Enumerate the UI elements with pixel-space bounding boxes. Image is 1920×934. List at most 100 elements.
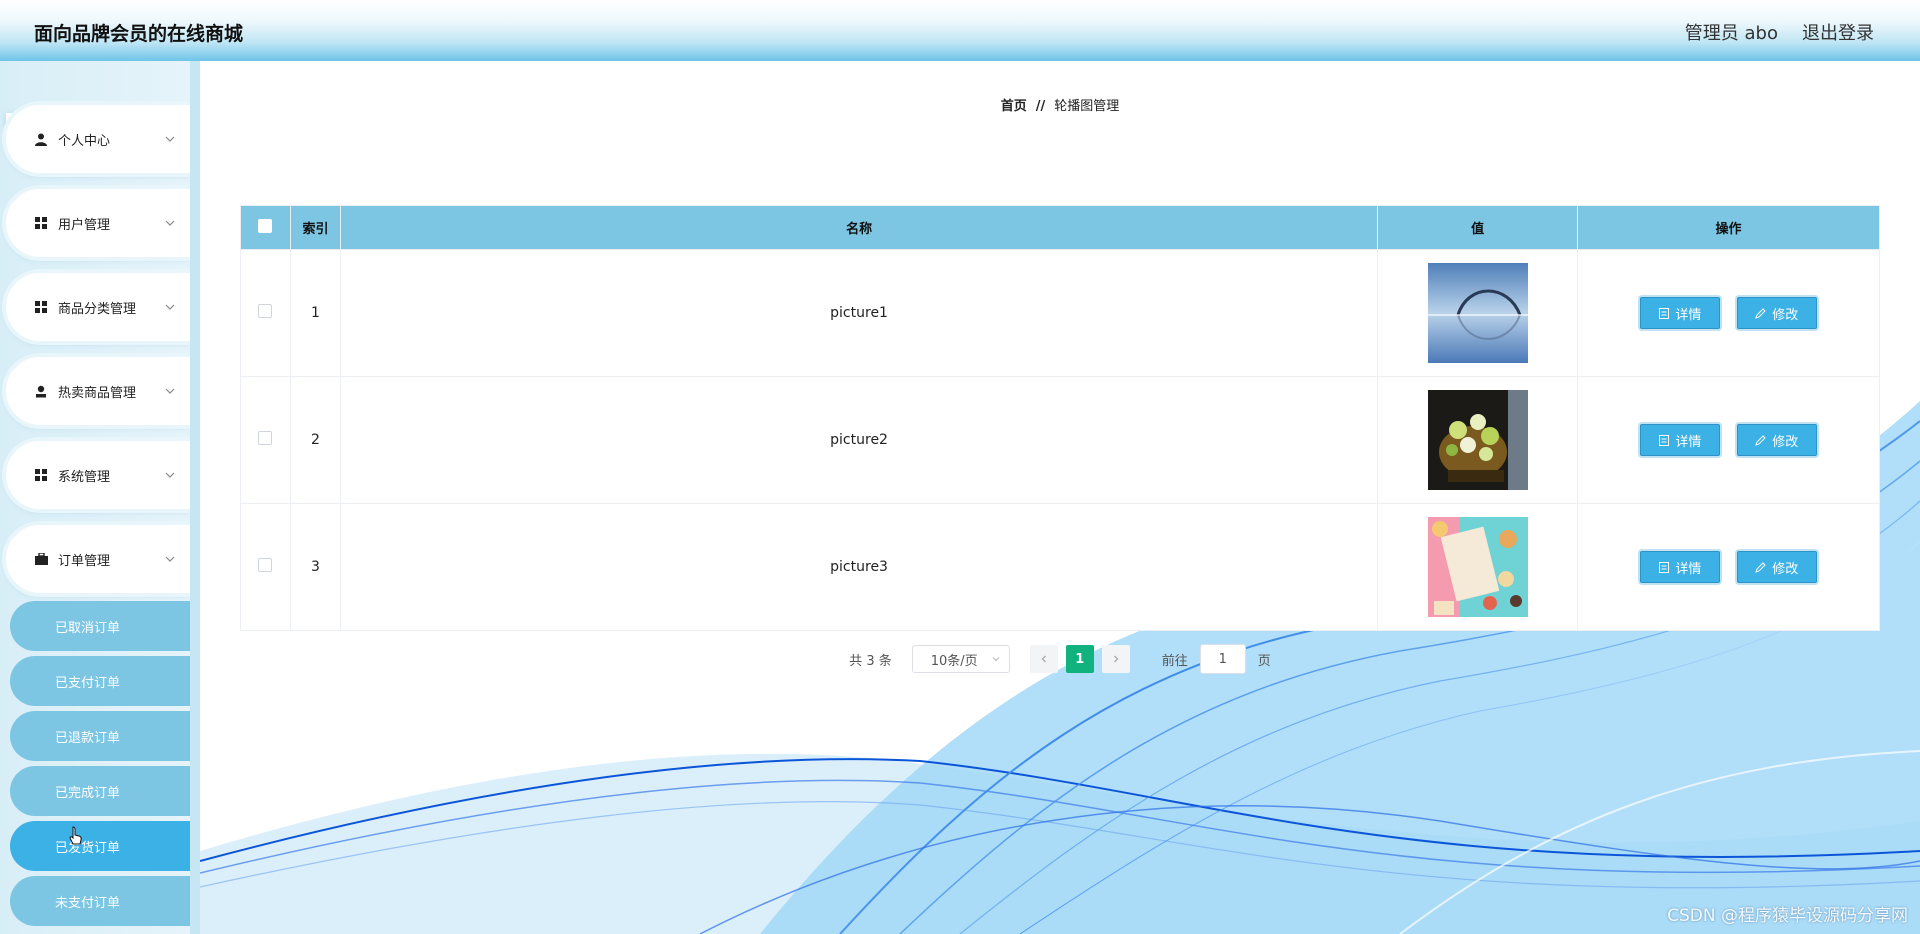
user-icon [34,384,48,398]
row-name: picture2 [339,376,1379,504]
sidebar-item-order-management[interactable]: 订单管理 [6,525,190,593]
page-number-current[interactable]: 1 [1065,645,1094,673]
document-icon [1659,434,1670,446]
detail-button[interactable]: 详情 [1640,551,1721,583]
edit-button[interactable]: 修改 [1736,551,1817,583]
sidebar-item-personal-center[interactable]: 个人中心 [6,105,190,173]
row-actions: 详情 修改 [1577,249,1880,377]
row-checkbox[interactable] [258,558,273,572]
row-value [1377,249,1579,377]
prev-page-button[interactable] [1029,645,1058,673]
carousel-table: 索引 名称 值 操作 1 picture1 详情 修改 2 picture2 详… [240,205,1880,631]
sidebar-subitem-refunded-orders[interactable]: 已退款订单 [10,711,190,761]
edit-button-label: 修改 [1772,434,1799,450]
sidebar-subitem-shipped-orders[interactable]: 已发货订单 [10,821,190,871]
sidebar-item-label: 商品分类管理 [58,301,137,317]
breadcrumb-separator: // [1035,99,1046,114]
column-header-index: 索引 [289,205,341,250]
sidebar-item-label: 订单管理 [58,553,111,569]
sidebar-subitem-unpaid-orders[interactable]: 未支付订单 [10,876,190,926]
grid-icon [34,300,48,314]
edit-button-label: 修改 [1772,561,1799,577]
person-icon [34,132,48,146]
user-area: 管理员 abo 退出登录 [1685,19,1874,45]
select-all-cell [240,205,291,250]
sidebar-item-category-management[interactable]: 商品分类管理 [6,273,190,341]
row-index: 3 [289,503,341,631]
chevron-down-icon [992,657,1000,662]
sidebar-item-label: 热卖商品管理 [58,385,137,401]
pencil-icon [1755,307,1766,319]
admin-label[interactable]: 管理员 abo [1685,19,1778,45]
select-all-checkbox[interactable] [258,218,273,233]
sidebar-subitem-paid-orders[interactable]: 已支付订单 [10,656,190,706]
watermark-text: CSDN @程序猿毕设源码分享网 [1667,906,1908,926]
carousel-image-sweets[interactable] [1427,517,1528,617]
breadcrumb-current: 轮播图管理 [1054,99,1120,114]
row-name: picture1 [339,249,1379,377]
hand-cursor-icon [69,826,82,845]
chevron-down-icon [165,388,175,394]
table-row: 3 picture3 详情 修改 [240,503,1880,631]
table-row: 2 picture2 详情 修改 [240,376,1880,504]
sidebar-subitem-cancelled-orders[interactable]: 已取消订单 [10,601,190,651]
chevron-down-icon [165,472,175,478]
detail-button[interactable]: 详情 [1640,424,1721,456]
chevron-left-icon [1041,655,1046,663]
table-header-row: 索引 名称 值 操作 [240,205,1880,250]
edit-button-label: 修改 [1772,307,1799,323]
main-content: 首页 // 轮播图管理 索引 名称 值 操作 1 picture1 详情 修改 2 … [200,61,1920,934]
total-count: 共 3 条 [849,653,892,669]
page-size-select[interactable]: 10条/页 [911,645,1010,673]
page-size-value: 10条/页 [930,653,978,669]
row-index: 1 [289,249,341,377]
chevron-right-icon [1113,655,1119,663]
breadcrumb-home[interactable]: 首页 [1001,99,1027,114]
detail-button[interactable]: 详情 [1640,297,1721,329]
carousel-image-bridge[interactable] [1427,263,1528,363]
document-icon [1659,307,1670,319]
breadcrumb: 首页 // 轮播图管理 [200,95,1920,114]
sidebar-item-user-management[interactable]: 用户管理 [6,189,190,257]
goto-label: 前往 [1161,653,1188,669]
row-checkbox[interactable] [258,304,273,318]
column-header-name: 名称 [339,205,1379,250]
row-name: picture3 [339,503,1379,631]
edit-button[interactable]: 修改 [1736,297,1817,329]
row-checkbox[interactable] [258,431,273,445]
site-title: 面向品牌会员的在线商城 [34,23,244,45]
detail-button-label: 详情 [1675,561,1702,577]
sidebar-subitem-completed-orders[interactable]: 已完成订单 [10,766,190,816]
sidebar-item-label: 个人中心 [58,133,111,149]
row-value [1377,503,1579,631]
sidebar-item-label: 用户管理 [58,217,111,233]
chevron-down-icon [165,220,175,226]
chevron-down-icon [165,304,175,310]
sidebar-item-label: 系统管理 [58,469,111,485]
document-icon [1659,561,1670,573]
row-actions: 详情 修改 [1577,376,1880,504]
row-value [1377,376,1579,504]
chevron-down-icon [165,136,175,142]
row-actions: 详情 修改 [1577,503,1880,631]
logout-link[interactable]: 退出登录 [1802,19,1874,45]
briefcase-icon [34,552,48,566]
page-unit-label: 页 [1257,653,1271,669]
carousel-image-food[interactable] [1427,390,1528,490]
edit-button[interactable]: 修改 [1736,424,1817,456]
pencil-icon [1755,561,1766,573]
column-header-value: 值 [1377,205,1579,250]
sidebar-item-system-management[interactable]: 系统管理 [6,441,190,509]
pagination: 共 3 条 10条/页 1 前往 1 页 [200,644,1920,674]
next-page-button[interactable] [1101,645,1130,673]
goto-page-input[interactable]: 1 [1199,644,1246,674]
chevron-down-icon [165,556,175,562]
sidebar-item-hot-products[interactable]: 热卖商品管理 [6,357,190,425]
detail-button-label: 详情 [1675,307,1702,323]
sidebar-divider [190,61,200,934]
grid-icon [34,468,48,482]
pencil-icon [1755,434,1766,446]
top-bar: 面向品牌会员的在线商城 管理员 abo 退出登录 [0,0,1920,61]
row-index: 2 [289,376,341,504]
detail-button-label: 详情 [1675,434,1702,450]
